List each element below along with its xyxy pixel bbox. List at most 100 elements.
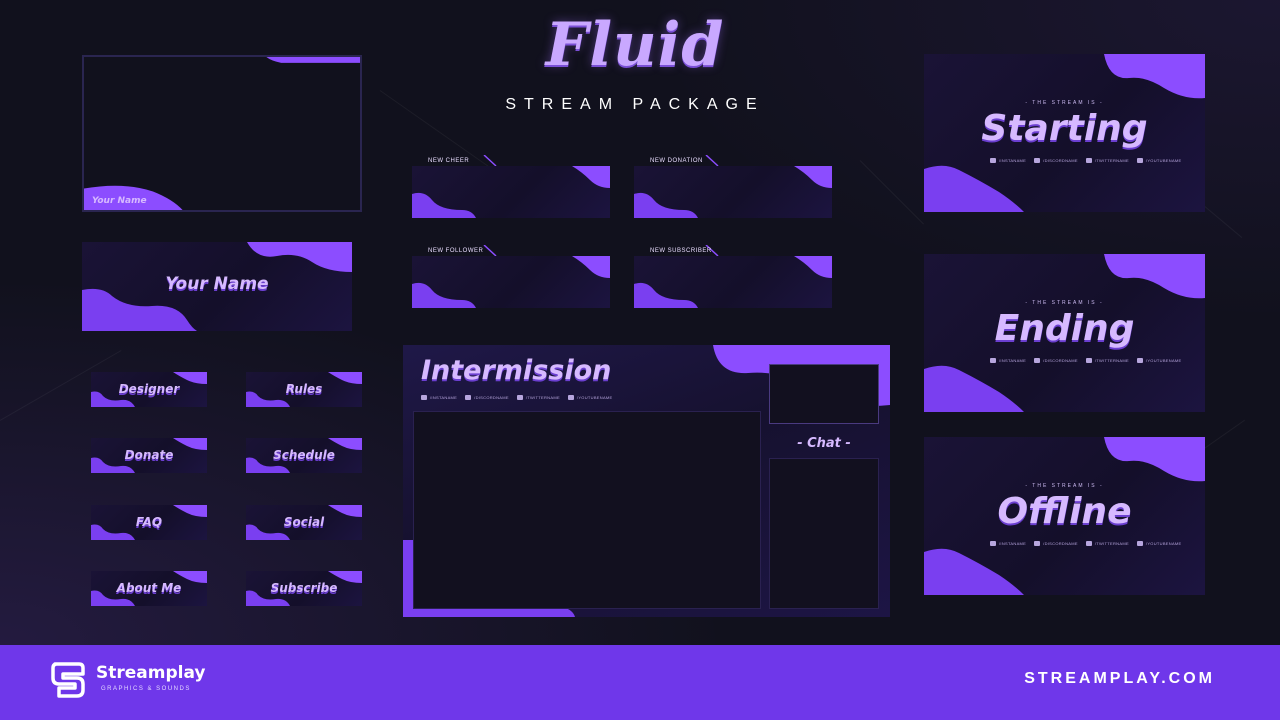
webcam-name-label: Your Name xyxy=(92,196,147,206)
social-label: /YOUTUBENAME xyxy=(1145,358,1182,363)
social-icon xyxy=(1034,541,1041,546)
social-label: /INSTANAME xyxy=(430,395,458,400)
panel-label: Subscribe xyxy=(270,581,338,595)
screen-tag: - THE STREAM IS - xyxy=(1025,300,1104,306)
social-item: /DISCORDNAME xyxy=(1034,541,1078,546)
social-item: /TWITTERNAME xyxy=(516,395,560,400)
fluid-shape xyxy=(412,256,610,308)
alert-label: NEW SUBSCRIBER xyxy=(650,248,712,254)
panel-subscribe: Subscribe xyxy=(246,571,362,606)
social-item: /INSTANAME xyxy=(990,158,1026,163)
streamplay-logo-icon xyxy=(51,662,85,698)
alert-new-donation: NEW DONATION xyxy=(634,155,832,218)
alert-new-cheer: NEW CHEER xyxy=(412,155,610,218)
intermission-title: Intermission xyxy=(421,355,612,386)
social-label: /INSTANAME xyxy=(999,541,1027,546)
panel-label: About Me xyxy=(116,581,182,595)
fluid-shape xyxy=(634,166,832,218)
intermission-socials: /INSTANAME/DISCORDNAME/TWITTERNAME/YOUTU… xyxy=(421,395,613,400)
social-label: /YOUTUBENAME xyxy=(576,395,613,400)
panel-social: Social xyxy=(246,505,362,540)
banner: Your Name xyxy=(82,242,352,331)
social-label: /TWITTERNAME xyxy=(525,395,560,400)
site-link[interactable]: STREAMPLAY.COM xyxy=(1024,670,1215,688)
social-item: /YOUTUBENAME xyxy=(1136,158,1182,163)
alert-label: NEW FOLLOWER xyxy=(428,248,484,254)
fluid-shape xyxy=(84,57,360,210)
fluid-shape xyxy=(634,256,832,308)
panel-label: Rules xyxy=(285,382,323,396)
social-item: /YOUTUBENAME xyxy=(567,395,613,400)
social-icon xyxy=(1034,158,1041,163)
social-item: /TWITTERNAME xyxy=(1085,358,1129,363)
alert-body xyxy=(412,256,610,308)
social-item: /INSTANAME xyxy=(421,395,457,400)
brand-tagline: GRAPHICS & SOUNDS xyxy=(101,686,191,692)
intermission-screen: Intermission /INSTANAME/DISCORDNAME/TWIT… xyxy=(403,345,890,617)
footer-bar: Streamplay GRAPHICS & SOUNDS STREAMPLAY.… xyxy=(0,645,1280,720)
panel-faq: FAQ xyxy=(91,505,207,540)
panel-label: Donate xyxy=(124,448,174,462)
social-icon xyxy=(465,395,472,400)
social-label: /DISCORDNAME xyxy=(474,395,509,400)
brand-name: Streamplay xyxy=(96,663,206,683)
social-item: /TWITTERNAME xyxy=(1085,158,1129,163)
social-icon xyxy=(567,395,574,400)
social-icon xyxy=(990,158,996,163)
alert-label: NEW CHEER xyxy=(428,158,470,164)
social-icon xyxy=(990,358,996,363)
panel-rules: Rules xyxy=(246,372,362,407)
package-canvas: Fluid STREAM PACKAGE Your Name Your Name… xyxy=(0,0,1280,645)
social-icon xyxy=(1085,358,1092,363)
decor-line xyxy=(859,160,924,225)
alert-body xyxy=(412,166,610,218)
alert-new-follower: NEW FOLLOWER xyxy=(412,245,610,308)
social-item: /YOUTUBENAME xyxy=(1136,541,1182,546)
screen-title: Offline xyxy=(997,491,1132,532)
alert-label: NEW DONATION xyxy=(650,158,703,164)
social-label: /DISCORDNAME xyxy=(1043,541,1078,546)
panel-label: FAQ xyxy=(135,515,163,529)
social-item: /DISCORDNAME xyxy=(465,395,509,400)
screen-tag: - THE STREAM IS - xyxy=(1025,100,1104,106)
screen-starting: - THE STREAM IS - Starting/INSTANAME/DISC… xyxy=(924,54,1205,212)
chat-label: - Chat - xyxy=(797,436,851,451)
social-icon xyxy=(516,395,523,400)
panel-label: Social xyxy=(283,515,325,529)
social-label: /INSTANAME xyxy=(999,358,1027,363)
social-icon xyxy=(1136,158,1143,163)
intermission-webcam xyxy=(769,364,879,424)
fluid-shape xyxy=(412,166,610,218)
social-item: /DISCORDNAME xyxy=(1034,358,1078,363)
screen-socials: /INSTANAME/DISCORDNAME/TWITTERNAME/YOUTU… xyxy=(990,541,1182,546)
panel-about-me: About Me xyxy=(91,571,207,606)
social-label: /YOUTUBENAME xyxy=(1145,158,1182,163)
social-item: /TWITTERNAME xyxy=(1085,541,1129,546)
social-icon xyxy=(1085,158,1092,163)
social-icon xyxy=(421,395,427,400)
social-label: /INSTANAME xyxy=(999,158,1027,163)
social-label: /DISCORDNAME xyxy=(1043,358,1078,363)
social-item: /INSTANAME xyxy=(990,541,1026,546)
screen-ending: - THE STREAM IS - Ending/INSTANAME/DISCOR… xyxy=(924,254,1205,412)
screen-offline: - THE STREAM IS - Offline/INSTANAME/DISCO… xyxy=(924,437,1205,595)
webcam-frame: Your Name xyxy=(82,55,362,212)
chat-area xyxy=(769,458,879,609)
social-icon xyxy=(990,541,996,546)
screen-socials: /INSTANAME/DISCORDNAME/TWITTERNAME/YOUTU… xyxy=(990,158,1182,163)
social-label: /TWITTERNAME xyxy=(1094,158,1129,163)
social-item: /INSTANAME xyxy=(990,358,1026,363)
social-icon xyxy=(1034,358,1041,363)
alert-new-subscriber: NEW SUBSCRIBER xyxy=(634,245,832,308)
social-icon xyxy=(1085,541,1092,546)
social-label: /TWITTERNAME xyxy=(1094,541,1129,546)
social-icon xyxy=(1136,541,1143,546)
intermission-content-area xyxy=(413,411,761,609)
screen-tag: - THE STREAM IS - xyxy=(1025,483,1104,489)
screen-socials: /INSTANAME/DISCORDNAME/TWITTERNAME/YOUTU… xyxy=(990,358,1182,363)
panel-donate: Donate xyxy=(91,438,207,473)
social-label: /DISCORDNAME xyxy=(1043,158,1078,163)
panel-schedule: Schedule xyxy=(246,438,362,473)
social-icon xyxy=(1136,358,1143,363)
panel-label: Designer xyxy=(118,382,180,396)
